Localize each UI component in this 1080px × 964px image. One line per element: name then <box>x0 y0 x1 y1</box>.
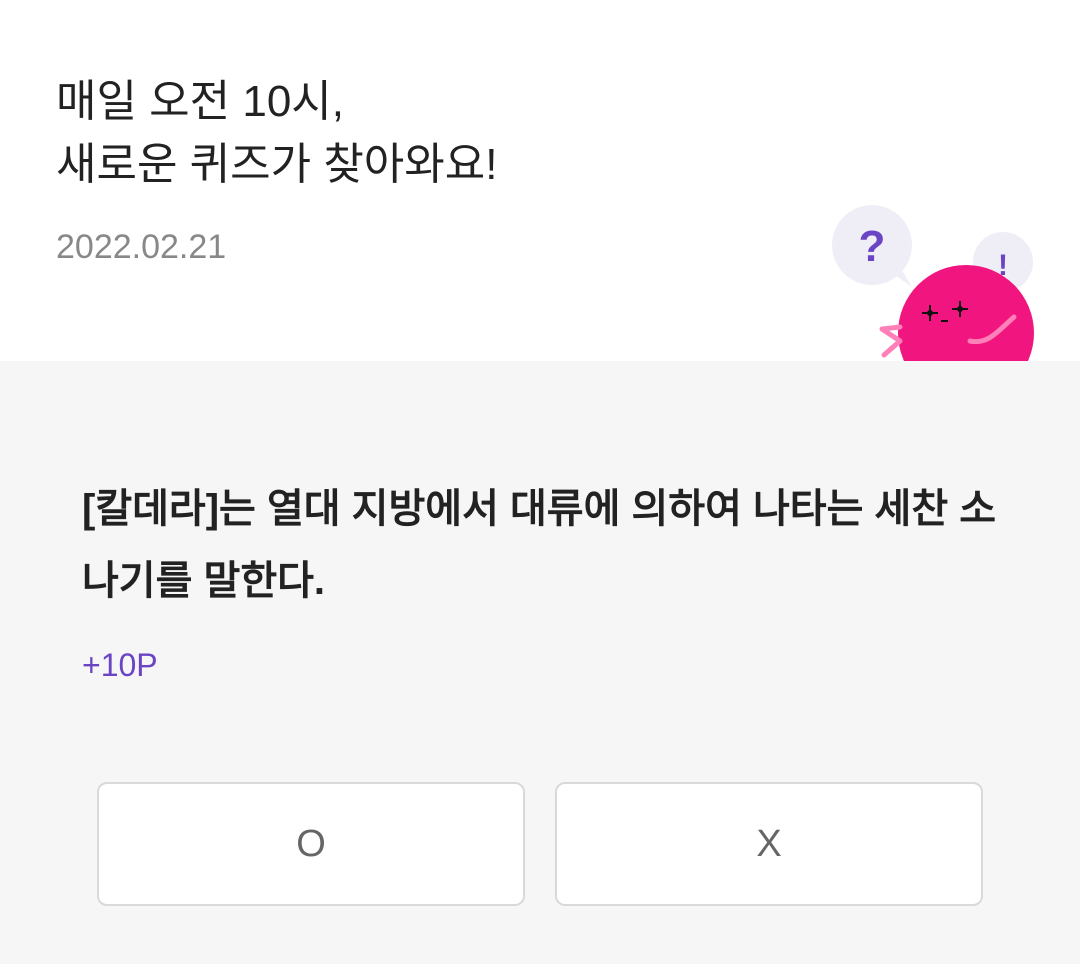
quiz-date: 2022.02.21 <box>56 228 227 266</box>
answer-x-button[interactable]: X <box>555 782 983 906</box>
answer-o-button[interactable]: O <box>97 782 525 906</box>
quiz-question: [칼데라]는 열대 지방에서 대류에 의하여 나타는 세찬 소나기를 말한다. <box>82 487 997 603</box>
reward-points: +10P <box>82 647 158 683</box>
question-mark: ? <box>859 222 886 271</box>
question-bubble-icon: ? <box>832 205 912 287</box>
quiz-header: 매일 오전 10시, 새로운 퀴즈가 찾아와요! 2022.02.21 ? ! <box>0 0 1080 361</box>
quiz-mascot-illustration: ? ! <box>832 205 1034 361</box>
quiz-panel: [칼데라]는 열대 지방에서 대류에 의하여 나타는 세찬 소나기를 말한다. … <box>0 361 1080 964</box>
page-title: 매일 오전 10시, 새로운 퀴즈가 찾아와요! <box>56 77 498 189</box>
